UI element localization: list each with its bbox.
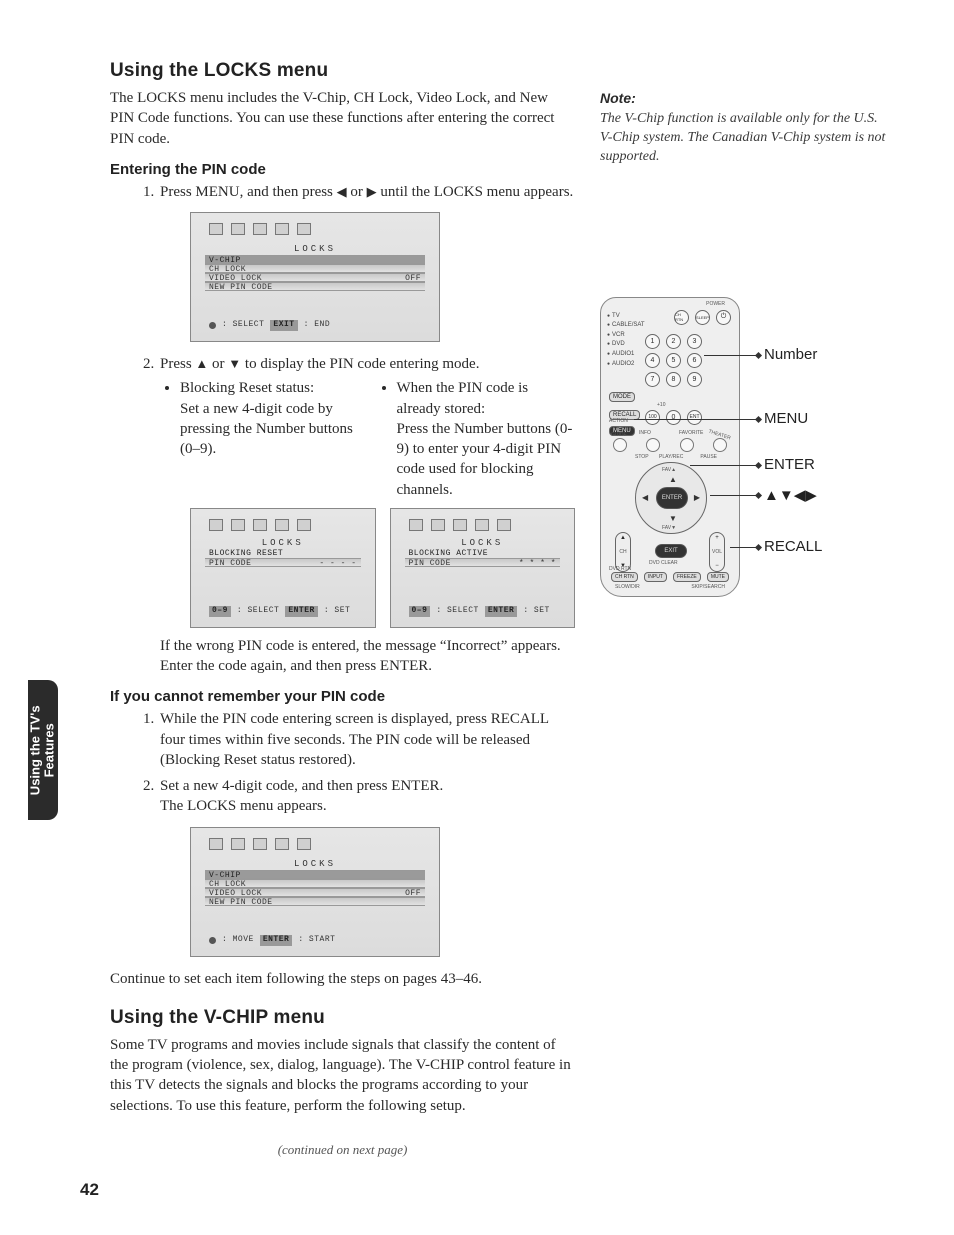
locks-intro: The LOCKS menu includes the V-Chip, CH L… — [110, 88, 575, 149]
forgot-step-1: While the PIN code entering screen is di… — [158, 709, 575, 770]
osd-locks-menu-2: LOCKS V-CHIP CH LOCK VIDEO LOCKOFF NEW P… — [190, 827, 440, 957]
bullet-pin-stored: When the PIN code is already stored: Pre… — [397, 378, 576, 500]
exit-button: EXIT — [655, 544, 687, 558]
remote-diagram: POWER TV CABLE/SAT VCR DVD AUDIO1 AUDIO2… — [600, 297, 740, 597]
note-body: The V-Chip function is available only fo… — [600, 110, 890, 167]
callout-arrows: ▲▼◀▶ — [764, 486, 817, 504]
side-tab: Using the TV's Features — [28, 680, 58, 820]
right-arrow-icon: ▶ — [367, 183, 377, 201]
continued-label: (continued on next page) — [110, 1142, 575, 1158]
page-number: 42 — [80, 1180, 99, 1200]
callout-recall: RECALL — [764, 538, 822, 555]
vchip-heading: Using the V-CHIP menu — [110, 1007, 575, 1029]
vol-rocker: +VOL− — [709, 532, 725, 572]
callout-number: Number — [764, 346, 817, 363]
forgot-step-2: Set a new 4-digit code, and then press E… — [158, 776, 575, 957]
power-button: ⏻ — [716, 310, 731, 325]
chrtn-button: CH RTN — [674, 310, 689, 325]
bullet-blocking-reset: Blocking Reset status: Set a new 4-digit… — [180, 378, 359, 459]
enter-button: ENTER — [656, 487, 688, 509]
dpad: FAV▲ ▲ ◀ ▶ ▼ FAV▼ ENTER — [635, 462, 707, 534]
vchip-intro: Some TV programs and movies include sign… — [110, 1035, 575, 1116]
sleep-button: SLEEP — [695, 310, 710, 325]
callout-menu: MENU — [764, 410, 808, 427]
number-pad: 123 456 789 — [645, 334, 704, 387]
up-arrow-icon: ▲ — [195, 355, 208, 373]
left-arrow-icon: ◀ — [337, 183, 347, 201]
step-2: Press ▲ or ▼ to display the PIN code ent… — [158, 354, 575, 676]
locks-heading: Using the LOCKS menu — [110, 60, 575, 82]
osd-locks-menu: LOCKS V-CHIP CH LOCK VIDEO LOCKOFF NEW P… — [190, 212, 440, 342]
step-1: Press MENU, and then press ◀ or ▶ until … — [158, 182, 575, 342]
forgot-pin-heading: If you cannot remember your PIN code — [110, 688, 575, 705]
osd-blocking-active: LOCKS BLOCKING ACTIVE PIN CODE* * * * 0–… — [390, 508, 576, 628]
continue-text: Continue to set each item following the … — [110, 969, 575, 989]
note-heading: Note: — [600, 90, 890, 106]
wrong-pin-text: If the wrong PIN code is entered, the me… — [160, 636, 575, 677]
osd-blocking-reset: LOCKS BLOCKING RESET PIN CODE- - - - 0–9… — [190, 508, 376, 628]
mode-button: MODE — [609, 392, 635, 402]
entering-pin-heading: Entering the PIN code — [110, 161, 575, 178]
callout-enter: ENTER — [764, 456, 815, 473]
down-arrow-icon: ▼ — [228, 355, 241, 373]
